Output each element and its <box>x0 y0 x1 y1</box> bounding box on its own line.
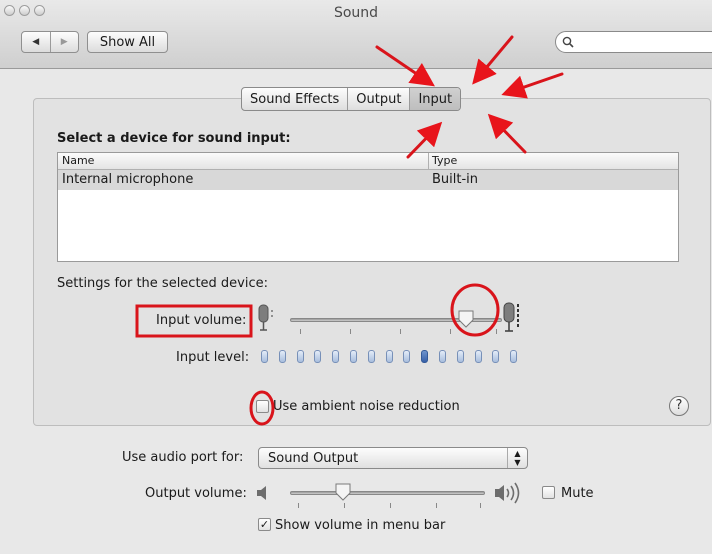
level-segment <box>332 350 340 363</box>
slider-tick <box>298 503 299 508</box>
level-segment <box>510 350 518 363</box>
slider-tick <box>300 329 301 334</box>
audio-port-popup[interactable]: Sound Output ▲ ▼ <box>258 447 528 469</box>
column-header-name[interactable]: Name <box>62 154 94 167</box>
slider-tick <box>400 329 401 334</box>
show-volume-label: Show volume in menu bar <box>275 518 446 533</box>
input-volume-label: Input volume: <box>156 313 247 328</box>
device-table: Name Type Internal microphone Built-in <box>57 152 679 262</box>
speaker-low-icon <box>257 486 266 500</box>
tab-sound-effects[interactable]: Sound Effects <box>242 88 347 110</box>
device-type-cell: Built-in <box>432 172 479 187</box>
tab-output[interactable]: Output <box>347 88 409 110</box>
level-segment <box>350 350 357 363</box>
device-list-heading: Select a device for sound input: <box>57 131 291 146</box>
tab-bar: Sound Effects Output Input <box>241 87 462 111</box>
column-divider <box>428 153 429 169</box>
audio-port-label: Use audio port for: <box>122 450 244 465</box>
checkmark-icon: ✓ <box>259 518 270 531</box>
table-header: Name Type <box>58 153 678 170</box>
show-volume-checkbox[interactable]: ✓ <box>258 518 271 531</box>
level-segment <box>296 350 304 363</box>
slider-tick <box>480 503 481 508</box>
slider-tick <box>436 503 437 508</box>
magnifier-icon <box>562 36 574 48</box>
level-segment <box>492 350 500 363</box>
mute-checkbox[interactable] <box>542 486 555 499</box>
level-segment <box>385 350 393 363</box>
input-level-label: Input level: <box>176 350 250 365</box>
forward-arrow-icon[interactable]: ▶ <box>49 32 79 52</box>
slider-tick <box>350 329 351 334</box>
output-volume-label: Output volume: <box>145 486 247 501</box>
input-pane <box>33 98 711 426</box>
mute-label: Mute <box>561 486 594 501</box>
show-all-button[interactable]: Show All <box>87 31 168 53</box>
search-input[interactable] <box>555 31 712 53</box>
level-segment <box>314 350 322 363</box>
help-button[interactable]: ? <box>669 396 689 416</box>
microphone-low-icon <box>258 304 273 331</box>
level-segment <box>439 350 446 363</box>
level-segment <box>456 350 464 363</box>
input-volume-knob[interactable] <box>458 310 474 328</box>
titlebar: Sound ◀ ▶ Show All <box>0 0 712 69</box>
ambient-noise-checkbox[interactable] <box>256 400 269 413</box>
level-segment <box>421 350 429 363</box>
window-title: Sound <box>333 5 379 21</box>
slider-tick <box>450 329 451 334</box>
device-name-cell: Internal microphone <box>62 172 194 187</box>
popup-arrows-icon: ▲ ▼ <box>507 448 527 468</box>
ambient-noise-label: Use ambient noise reduction <box>273 399 460 414</box>
output-volume-knob[interactable] <box>335 483 351 501</box>
speaker-high-icon <box>495 482 520 504</box>
slider-tick <box>344 503 345 508</box>
level-segment <box>261 350 268 363</box>
level-segment <box>278 350 286 363</box>
nav-back-forward: ◀ ▶ <box>21 31 79 53</box>
microphone-high-icon <box>503 302 519 332</box>
table-row[interactable]: Internal microphone Built-in <box>58 170 678 190</box>
level-segment <box>367 350 375 363</box>
sound-preferences-window: Sound ◀ ▶ Show All Sound Effects Output … <box>0 0 712 554</box>
level-segment <box>474 350 482 363</box>
output-volume-slider[interactable] <box>290 491 485 495</box>
column-header-type[interactable]: Type <box>432 154 457 167</box>
slider-tick <box>496 329 497 334</box>
annotation-arrow <box>501 72 564 99</box>
back-arrow-icon[interactable]: ◀ <box>22 32 50 52</box>
settings-heading: Settings for the selected device: <box>57 276 269 291</box>
slider-tick <box>390 503 391 508</box>
tab-input[interactable]: Input <box>409 88 461 110</box>
audio-port-value: Sound Output <box>268 451 359 466</box>
level-segment <box>403 350 411 363</box>
